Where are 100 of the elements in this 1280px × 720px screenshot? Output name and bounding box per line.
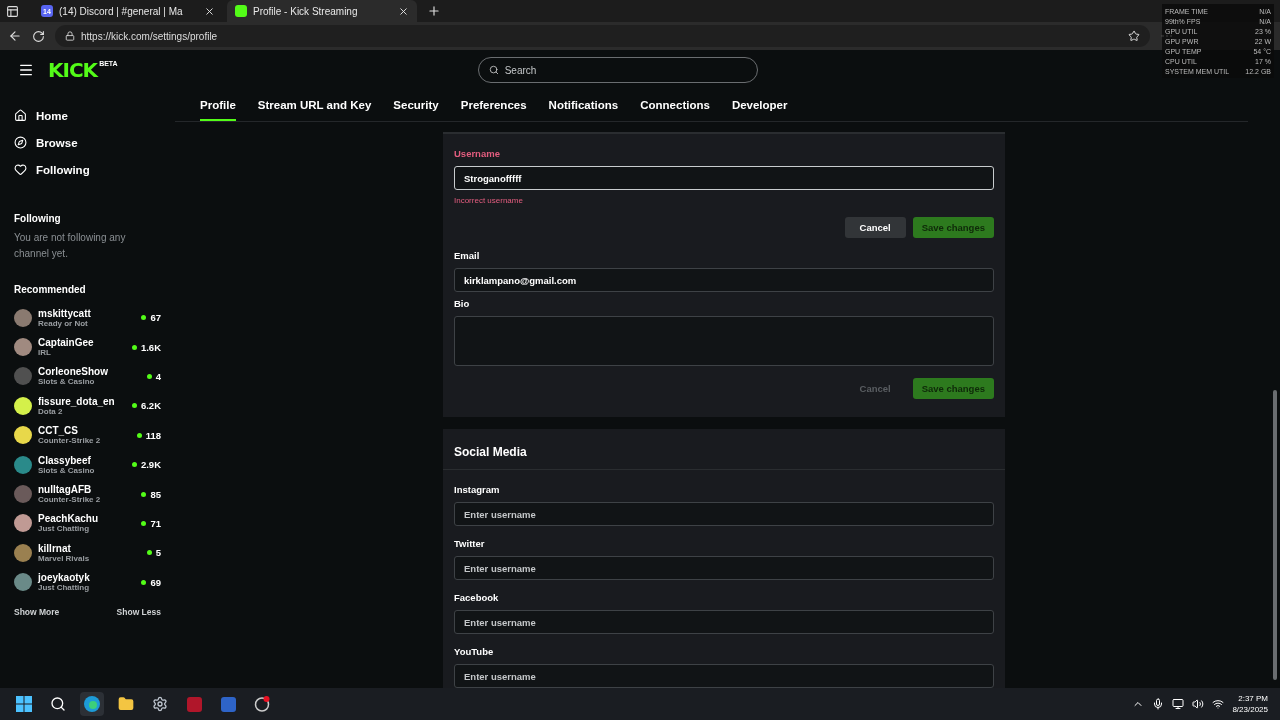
settings-tab[interactable]: Developer [731,90,788,121]
compass-icon [14,136,27,149]
nav-item[interactable]: Following [14,156,175,183]
section-title: Following [14,213,62,224]
viewer-count: 6.2K [140,400,161,412]
empty-message: You are not following any channel yet. [14,231,127,261]
search-placeholder: Search [504,64,537,76]
lock-icon [65,31,75,41]
close-icon[interactable] [204,5,215,17]
live-dot [141,491,147,497]
viewer-count: 71 [150,517,161,529]
browser-icon[interactable] [84,696,100,712]
channel-category: Slots & Casino [38,465,96,475]
input-field[interactable]: Enter username [454,664,994,688]
channel-category: Just Chatting [38,524,91,534]
field-label: YouTube [454,646,495,657]
channel-category: Marvel Rivals [38,553,91,563]
input-field[interactable]: Enter username [454,502,994,526]
channel-category: Just Chatting [38,583,91,593]
search-icon[interactable] [50,696,66,712]
viewer-count: 85 [150,488,161,500]
url-text: https://kick.com/settings/profile [81,30,219,42]
channel-name[interactable]: PeachKachu [38,513,136,525]
show-more-link[interactable]: Show More [14,606,60,617]
nav-label: Home [36,109,68,122]
channel-avatar[interactable] [14,426,32,445]
close-icon[interactable] [398,5,409,17]
folder-icon[interactable] [118,696,134,712]
kick-logo[interactable]: KICK [48,58,98,82]
field-label: Bio [454,298,471,309]
browser-tab[interactable]: Profile - Kick Streaming [227,0,417,22]
channel-name[interactable]: killrnat [38,542,141,554]
channel-name[interactable]: Classybeef [38,454,126,466]
field-label: Twitter [454,538,486,549]
reload-icon[interactable] [32,29,45,43]
channel-name[interactable]: CCT_CS [38,425,131,437]
network-icon[interactable] [1212,698,1225,710]
viewer-count: 1.6K [140,341,161,353]
settings-tab[interactable]: Connections [640,90,710,121]
channel-name[interactable]: fissure_dota_en [38,395,126,407]
live-dot [131,462,137,468]
channel-category: Slots & Casino [38,377,96,387]
live-dot [131,344,137,350]
viewer-count: 67 [150,312,161,324]
favorite-icon[interactable] [1128,30,1140,42]
tab-title: (14) Discord | #general | Ma [59,5,184,17]
live-dot [141,579,147,585]
channel-category: Counter-Strike 2 [38,495,102,505]
input-field[interactable]: Enter username [454,556,994,580]
viewer-count: 2.9K [140,459,161,471]
app-icon[interactable] [254,696,270,712]
channel-avatar[interactable] [14,514,32,533]
live-dot [131,403,137,409]
channel-name[interactable]: CaptainGee [38,337,126,349]
section-title: Social Media [443,437,1005,470]
settings-icon[interactable] [152,696,168,712]
settings-tab[interactable]: Stream URL and Key [257,90,372,121]
channel-category: IRL [38,348,52,358]
channel-name[interactable]: CorleoneShow [38,366,141,378]
input-field[interactable]: Stroganofffff [454,166,994,190]
nav-item[interactable]: Home [14,102,175,129]
live-dot [141,315,147,321]
viewer-count: 4 [155,370,161,382]
microphone-icon[interactable] [1152,698,1165,710]
section-title: Recommended [14,284,87,295]
field-label: Email [454,250,481,261]
clock-time[interactable]: 2:37 PM [1238,693,1268,704]
cancel-button[interactable]: Cancel [844,217,906,238]
heart-icon [14,163,27,176]
channel-avatar[interactable] [14,396,32,415]
live-dot [141,520,147,526]
tab-actions-icon[interactable] [6,4,19,18]
home-icon [14,109,27,122]
field-label: Username [454,148,501,159]
settings-tab[interactable]: Security [393,90,439,121]
input-field[interactable]: kirklampano@gmail.com [454,268,994,292]
settings-tab[interactable]: Profile [200,90,236,121]
settings-tab[interactable]: Preferences [460,90,527,121]
back-icon[interactable] [8,29,22,43]
scrollbar-thumb[interactable] [1273,390,1277,680]
input-field[interactable]: Enter username [454,610,994,634]
channel-name[interactable]: joeykaotyk [38,572,136,584]
channel-name[interactable]: mskittycatt [38,307,136,319]
show-less-link[interactable]: Show Less [116,606,161,617]
clock-date[interactable]: 8/23/2025 [1232,704,1268,715]
windows-icon[interactable] [16,696,32,712]
menu-icon[interactable] [18,62,34,78]
nav-item[interactable]: Browse [14,129,175,156]
speaker-icon[interactable] [1192,698,1205,710]
channel-category: Ready or Not [38,318,88,328]
channel-avatar[interactable] [14,338,32,357]
live-dot [146,373,152,379]
tab-title: Profile - Kick Streaming [253,5,359,17]
settings-tab[interactable]: Notifications [548,90,619,121]
field-label: Facebook [454,592,500,603]
address-bar[interactable]: https://kick.com/settings/profile [55,25,1150,47]
live-dot [136,432,142,438]
new-tab-icon[interactable] [427,4,441,18]
display-icon[interactable] [1172,698,1185,710]
channel-name[interactable]: nulltagAFB [38,484,136,496]
